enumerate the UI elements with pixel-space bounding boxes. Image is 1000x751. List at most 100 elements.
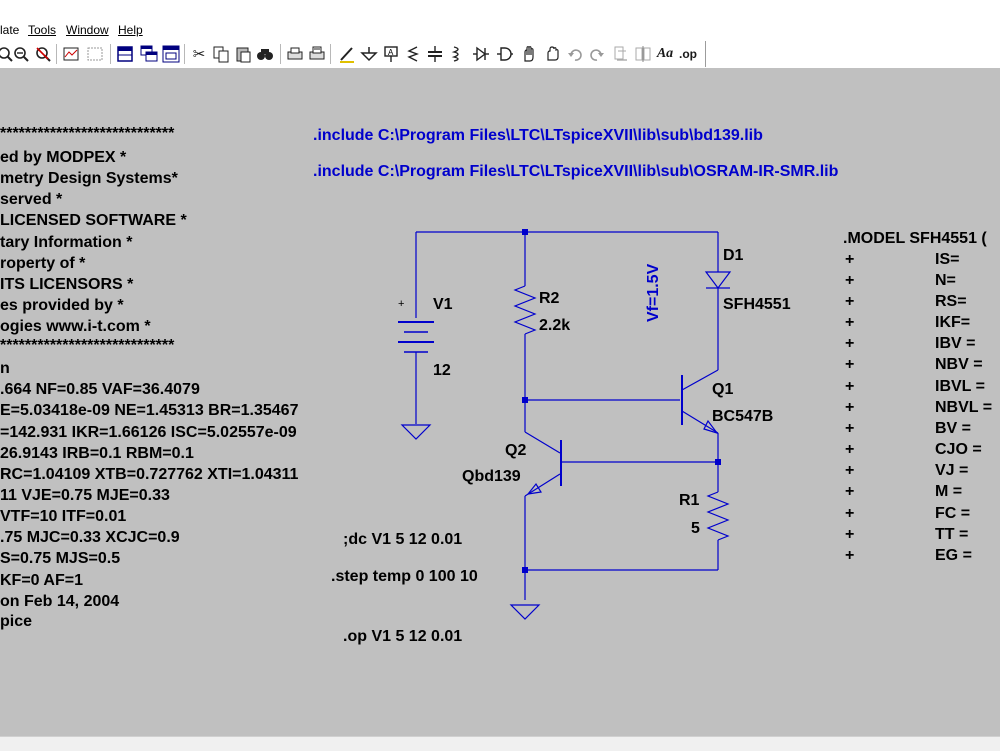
- resistor-icon[interactable]: [402, 43, 424, 65]
- model-param-plus: +: [845, 399, 855, 416]
- toolbar-empty-region: [705, 41, 1000, 67]
- svg-text:A: A: [388, 48, 394, 57]
- schematic-canvas[interactable]: **************************** ed by MODPE…: [0, 68, 1000, 736]
- spice-directive-step[interactable]: .step temp 0 100 10: [331, 567, 478, 587]
- d1-name-label[interactable]: D1: [723, 246, 743, 266]
- menu-bar: late Tools Window Help: [0, 20, 1000, 40]
- undo-icon[interactable]: [564, 43, 586, 65]
- label-icon[interactable]: A: [380, 43, 402, 65]
- junction-dot: [715, 459, 721, 465]
- window-icon[interactable]: [160, 43, 182, 65]
- ground-icon[interactable]: [358, 43, 380, 65]
- drag-icon[interactable]: [542, 43, 564, 65]
- toolbar-separator: [330, 44, 331, 64]
- model-text-line: ogies www.i-t.com *: [0, 318, 151, 335]
- model-param-plus: +: [845, 378, 855, 395]
- component-icon[interactable]: [494, 43, 516, 65]
- model-param-plus: +: [845, 526, 855, 543]
- cut-icon[interactable]: ✂: [188, 43, 210, 65]
- find-icon[interactable]: [254, 43, 276, 65]
- v1-value-label[interactable]: 12: [433, 361, 451, 381]
- model-param-plus: +: [845, 272, 855, 289]
- spice-directive-icon[interactable]: .op: [677, 43, 699, 65]
- model-param-name: RS=: [935, 293, 967, 310]
- menu-item-window[interactable]: Window: [66, 23, 109, 37]
- r1-value-label[interactable]: 5: [691, 519, 700, 539]
- rotate-icon[interactable]: [610, 43, 632, 65]
- spice-directive-op[interactable]: .op V1 5 12 0.01: [343, 627, 462, 647]
- r1-name-label[interactable]: R1: [679, 491, 699, 511]
- toolbar-separator: [184, 44, 185, 64]
- model-text-line: RC=1.04109 XTB=0.727762 XTI=1.04311: [0, 466, 299, 483]
- spice-directive-include-osram[interactable]: .include C:\Program Files\LTC\LTspiceXVI…: [313, 162, 838, 182]
- model-param-name: FC =: [935, 505, 971, 522]
- model-header: .MODEL SFH4551 (: [843, 230, 987, 247]
- model-param-plus: +: [845, 293, 855, 310]
- mirror-icon[interactable]: [632, 43, 654, 65]
- q1-value-label[interactable]: BC547B: [712, 407, 773, 427]
- model-text-line: ITS LICENSORS *: [0, 276, 134, 293]
- model-param-plus: +: [845, 356, 855, 373]
- r2-value-label[interactable]: 2.2k: [539, 316, 570, 336]
- q2-value-label[interactable]: Qbd139: [462, 467, 521, 487]
- toolbar-separator: [280, 44, 281, 64]
- model-param-plus: +: [845, 483, 855, 500]
- diode-d1[interactable]: [704, 271, 732, 289]
- model-text-line: tary Information *: [0, 234, 133, 251]
- spice-directive-include-bd139[interactable]: .include C:\Program Files\LTC\LTspiceXVI…: [313, 126, 763, 146]
- cascade-icon[interactable]: [138, 43, 160, 65]
- resistor-r2[interactable]: [513, 285, 537, 335]
- model-text-line: n: [0, 360, 10, 377]
- d1-vf-attribute[interactable]: Vf=1.5V: [644, 264, 664, 322]
- model-param-name: EG =: [935, 547, 972, 564]
- inductor-icon[interactable]: [446, 43, 468, 65]
- d1-value-label[interactable]: SFH4551: [723, 295, 791, 315]
- q2-name-label[interactable]: Q2: [505, 441, 526, 461]
- resistor-r1[interactable]: [706, 491, 730, 541]
- model-text-line: LICENSED SOFTWARE *: [0, 212, 187, 229]
- print-setup-icon[interactable]: [284, 43, 306, 65]
- paste-icon[interactable]: [232, 43, 254, 65]
- model-text-line: VTF=10 ITF=0.01: [0, 508, 127, 525]
- copy-icon[interactable]: [210, 43, 232, 65]
- r2-name-label[interactable]: R2: [539, 289, 559, 309]
- diode-icon[interactable]: [470, 43, 492, 65]
- v1-name-label[interactable]: V1: [433, 295, 453, 315]
- tile-icon[interactable]: [114, 43, 136, 65]
- status-bar: [0, 736, 1000, 751]
- q2-emitter: [524, 473, 561, 497]
- text-icon[interactable]: Aa: [654, 43, 676, 65]
- menu-item-tools[interactable]: Tools: [28, 23, 56, 37]
- ground-symbol-main: [509, 604, 541, 620]
- model-param-name: TT =: [935, 526, 969, 543]
- title-bar: [0, 0, 1000, 20]
- zoom-fit-icon[interactable]: [60, 43, 82, 65]
- model-text-line: .75 MJC=0.33 XCJC=0.9: [0, 529, 180, 546]
- model-param-plus: +: [845, 547, 855, 564]
- spice-comment-dc[interactable]: ;dc V1 5 12 0.01: [343, 530, 462, 550]
- model-text-line: ****************************: [0, 125, 175, 142]
- print-icon[interactable]: [306, 43, 328, 65]
- model-param-plus: +: [845, 251, 855, 268]
- zoom-cancel-icon[interactable]: [32, 43, 54, 65]
- model-text-line: ed by MODPEX *: [0, 149, 127, 166]
- move-icon[interactable]: [518, 43, 540, 65]
- model-text-line: ****************************: [0, 337, 175, 354]
- zoom-area-icon[interactable]: [84, 43, 106, 65]
- menu-item-hierarchy[interactable]: late: [0, 23, 19, 37]
- model-param-name: VJ =: [935, 462, 969, 479]
- model-param-name: IBVL =: [935, 378, 985, 395]
- model-param-name: NBVL =: [935, 399, 993, 416]
- redo-icon[interactable]: [586, 43, 608, 65]
- capacitor-icon[interactable]: [424, 43, 446, 65]
- model-text-line: roperty of *: [0, 255, 86, 272]
- q2-collector: [524, 431, 561, 454]
- model-param-plus: +: [845, 420, 855, 437]
- menu-item-help[interactable]: Help: [118, 23, 143, 37]
- draw-wire-icon[interactable]: [336, 43, 358, 65]
- q2-emitter-arrow: [526, 482, 542, 495]
- q1-name-label[interactable]: Q1: [712, 380, 733, 400]
- model-text-line: S=0.75 MJS=0.5: [0, 550, 121, 567]
- model-text-line: on Feb 14, 2004: [0, 593, 120, 610]
- zoom-out-icon[interactable]: [10, 43, 32, 65]
